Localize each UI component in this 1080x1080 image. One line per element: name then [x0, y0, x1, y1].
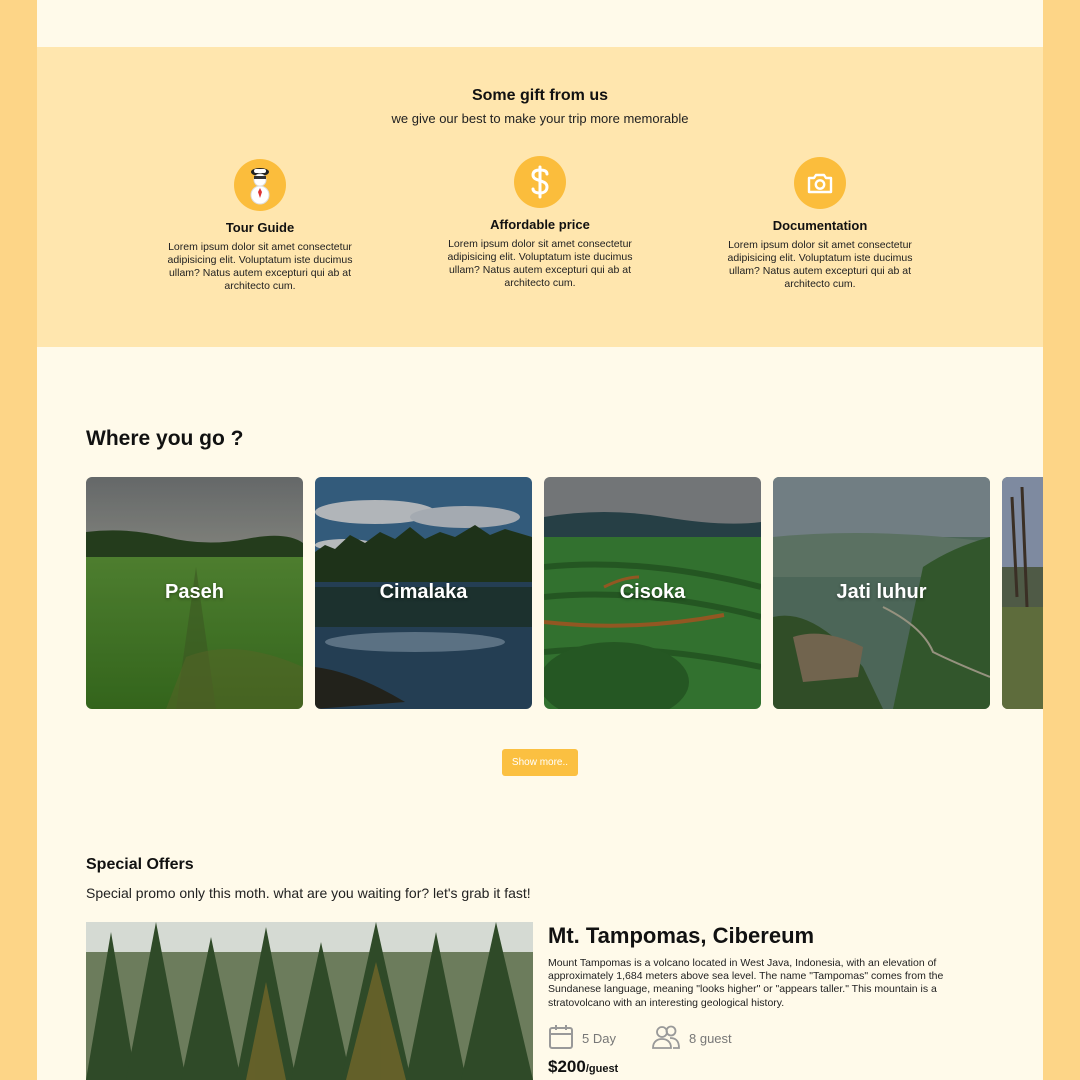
offer-guests: 8 guest — [651, 1024, 732, 1053]
offer-image[interactable] — [86, 922, 533, 1080]
feature-title: Affordable price — [490, 217, 590, 232]
card-label: Cimalaka — [379, 581, 468, 603]
feature-description: Lorem ipsum dolor sit amet consectetur a… — [727, 239, 913, 290]
dollar-icon — [514, 156, 566, 208]
destination-card-jati-luhur[interactable]: Jati luhur — [773, 477, 990, 709]
destinations-title: Where you go ? — [86, 427, 244, 450]
price-unit: /guest — [585, 1063, 619, 1075]
offers-subtitle: Special promo only this moth. what are y… — [86, 885, 531, 901]
users-icon — [651, 1024, 681, 1053]
page: Some gift from us we give our best to ma… — [37, 0, 1043, 1080]
card-label: Jati luhur — [836, 581, 927, 603]
offer-description: Mount Tampomas is a volcano located in W… — [548, 957, 944, 1009]
feature-documentation: Documentation Lorem ipsum dolor sit amet… — [715, 157, 925, 291]
card-label: Cisoka — [619, 581, 686, 603]
offer-name: Mt. Tampomas, Cibereum — [548, 923, 815, 948]
duration-text: 5 Day — [582, 1031, 616, 1046]
calendar-icon — [548, 1024, 574, 1053]
offers-title: Special Offers — [86, 856, 194, 873]
price-amount: $200 — [548, 1057, 586, 1076]
card-label: Paseh — [165, 581, 224, 603]
pine-forest-image — [86, 922, 533, 1080]
forest-image — [1002, 477, 1043, 709]
destination-card-cimalaka[interactable]: Cimalaka — [315, 477, 532, 709]
gift-section: Some gift from us we give our best to ma… — [37, 47, 1043, 347]
feature-description: Lorem ipsum dolor sit amet consectetur a… — [167, 241, 353, 292]
tour-guide-icon — [234, 159, 286, 211]
feature-title: Documentation — [772, 218, 868, 233]
offer-price: $200/guest — [548, 1057, 618, 1077]
camera-icon — [794, 157, 846, 209]
destination-card-partial[interactable] — [1002, 477, 1043, 709]
feature-description: Lorem ipsum dolor sit amet consectetur a… — [447, 238, 633, 289]
feature-tour-guide: Tour Guide Lorem ipsum dolor sit amet co… — [155, 159, 365, 293]
feature-title: Tour Guide — [225, 220, 295, 235]
gift-subtitle: we give our best to make your trip more … — [391, 111, 689, 126]
feature-affordable-price: Affordable price Lorem ipsum dolor sit a… — [435, 156, 645, 290]
offer-duration: 5 Day — [548, 1024, 616, 1053]
guests-text: 8 guest — [689, 1031, 732, 1046]
destination-card-paseh[interactable]: Paseh — [86, 477, 303, 709]
gift-title: Some gift from us — [471, 87, 608, 104]
show-more-button[interactable]: Show more.. — [502, 749, 578, 776]
destination-card-cisoka[interactable]: Cisoka — [544, 477, 761, 709]
